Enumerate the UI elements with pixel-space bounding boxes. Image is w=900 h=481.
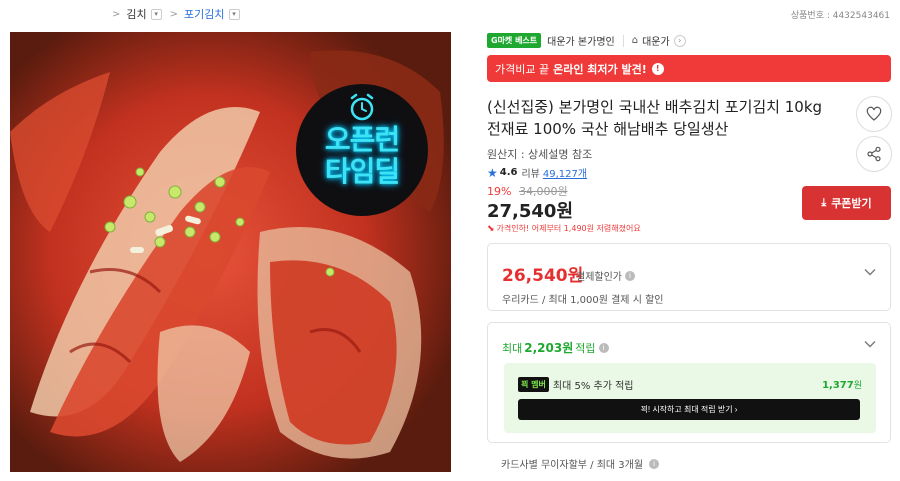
- product-title-line1: (신선집중) 본가명인 국내산 배추김치 포기김치 10kg: [487, 98, 823, 116]
- gmarket-best-badge: G마켓 베스트: [487, 33, 542, 48]
- membership-benefit: 최대 5% 추가 적립: [552, 381, 634, 392]
- breadcrumb-separator: >: [169, 8, 179, 20]
- banner-highlight: 온라인 최저가 발견!: [553, 62, 647, 76]
- origin-info: 원산지 : 상세설명 참조: [487, 148, 593, 161]
- breadcrumb-item-kimchi[interactable]: > 김치 ▾: [112, 6, 162, 22]
- membership-box: 꾁 멤버 최대 5% 추가 적립 1,377원 꾁! 시작하고 최대 적립 받기…: [504, 363, 876, 433]
- heart-icon: [866, 106, 882, 121]
- download-icon: ⤓: [821, 196, 827, 209]
- price-down-icon: ⬊: [487, 223, 495, 234]
- points-amount: 2,203원: [524, 341, 574, 355]
- banner-text: 가격비교 끝: [495, 62, 550, 76]
- product-title-line2: 전재료 100% 국산 해남배추 당일생산: [487, 120, 729, 138]
- membership-points-value: 1,377: [822, 380, 854, 391]
- points-title: 최대 2,203원 적립 i: [502, 339, 609, 356]
- info-icon[interactable]: i: [598, 342, 609, 353]
- points-panel: 최대 2,203원 적립 i 꾁 멤버 최대 5% 추가 적립 1,377원 꾁…: [487, 322, 891, 443]
- time-deal-badge: 오픈런 타임딜: [296, 84, 428, 216]
- seller-name-link[interactable]: 대운가 본가명인: [547, 33, 615, 48]
- product-number: 상품번호 : 4432543461: [790, 11, 890, 21]
- info-icon[interactable]: i: [625, 270, 635, 281]
- membership-points-unit: 원: [853, 381, 862, 391]
- membership-row: 꾁 멤버 최대 5% 추가 적립 1,377원: [518, 377, 862, 392]
- membership-start-button[interactable]: 꾁! 시작하고 최대 적립 받기 ›: [518, 399, 860, 420]
- rating-score: 4.6: [499, 167, 518, 178]
- chevron-down-icon[interactable]: [864, 266, 876, 278]
- share-icon: [867, 146, 881, 162]
- product-image[interactable]: 오픈런 타임딜: [10, 32, 451, 472]
- home-icon: ⌂: [631, 35, 639, 46]
- price-drop-notice: ⬊ 가격인하! 어제부터 1,490원 저렴해졌어요: [487, 223, 641, 234]
- chevron-right-icon[interactable]: ›: [673, 34, 686, 47]
- sale-price: 27,540원: [487, 201, 574, 222]
- breadcrumb-label[interactable]: 김치: [126, 6, 146, 22]
- points-suffix: 적립: [575, 341, 596, 355]
- installment-info: 카드사별 무이자할부 / 최대 3개월 i: [501, 456, 660, 471]
- breadcrumb: > 김치 ▾ > 포기김치 ▾: [112, 6, 248, 22]
- favorite-button[interactable]: [856, 96, 892, 132]
- share-button[interactable]: [856, 136, 892, 172]
- chevron-down-icon[interactable]: ▾: [228, 8, 240, 20]
- lowest-price-banner[interactable]: 가격비교 끝 온라인 최저가 발견! !: [487, 55, 891, 82]
- store-link[interactable]: 대운가: [642, 33, 670, 48]
- info-icon[interactable]: !: [651, 62, 664, 75]
- membership-badge: 꾁 멤버: [518, 377, 549, 392]
- star-icon: ★: [487, 165, 498, 180]
- breadcrumb-separator: >: [112, 8, 121, 20]
- review-count-link[interactable]: 49,127개: [543, 165, 587, 180]
- coupon-button[interactable]: ⤓ 쿠폰받기: [802, 186, 891, 220]
- points-prefix: 최대: [502, 341, 523, 355]
- chevron-down-icon[interactable]: ▾: [150, 8, 162, 20]
- alarm-clock-icon: [350, 93, 374, 121]
- rating-summary: ★ 4.6 리뷰 49,127개: [487, 165, 587, 181]
- coupon-button-label: 쿠폰받기: [831, 198, 872, 210]
- product-title: (신선집중) 본가명인 국내산 배추김치 포기김치 10kg 전재료 100% …: [487, 96, 847, 140]
- card-discount-description: 우리카드 / 최대 1,000원 결제 시 할인: [502, 295, 664, 306]
- membership-points: 1,377원: [822, 378, 862, 391]
- card-discount-label: 결제할인가: [576, 272, 622, 283]
- card-discount-panel[interactable]: 26,540원 결제할인가 i 우리카드 / 최대 1,000원 결제 시 할인: [487, 243, 891, 311]
- badge-text-line1: 오픈런: [324, 123, 400, 156]
- card-discount-label-row: 결제할인가 i: [576, 268, 635, 283]
- card-discount-price: 26,540원: [502, 266, 584, 286]
- installment-text: 카드사별 무이자할부 / 최대 3개월: [501, 460, 644, 471]
- divider: [622, 34, 624, 47]
- breadcrumb-label[interactable]: 포기김치: [184, 6, 224, 22]
- price-drop-text: 가격인하! 어제부터 1,490원 저렴해졌어요: [496, 224, 641, 233]
- review-label: 리뷰: [521, 169, 540, 180]
- badge-text-line2: 타임딜: [324, 155, 400, 188]
- chevron-down-icon[interactable]: [864, 338, 876, 350]
- seller-tags: G마켓 베스트 대운가 본가명인 ⌂ 대운가 ›: [487, 33, 686, 48]
- breadcrumb-item-pogi-kimchi[interactable]: > 포기김치 ▾: [170, 6, 240, 22]
- info-icon[interactable]: i: [649, 458, 660, 469]
